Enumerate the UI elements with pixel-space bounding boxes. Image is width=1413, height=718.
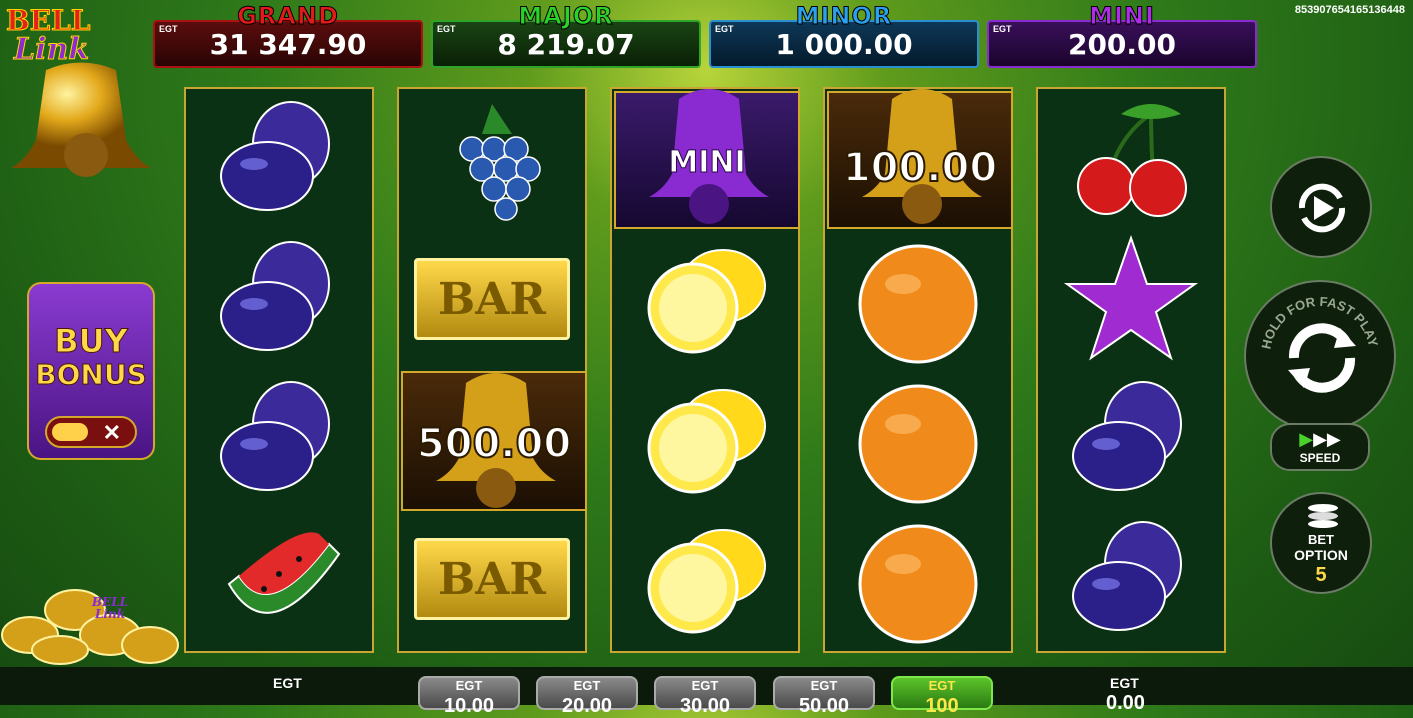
star-icon — [1038, 229, 1224, 369]
bell-prize-value: 500.00 — [416, 420, 572, 468]
coin-logo-text: BELL Link — [91, 595, 129, 621]
coin-stack-icon — [1304, 504, 1342, 530]
plum-icon — [186, 229, 372, 369]
jackpot-mini-value: 200.00 — [1067, 28, 1177, 61]
win-value: 0.00 — [1106, 692, 1145, 714]
buy-bonus-toggle[interactable]: ✕ — [45, 416, 137, 448]
win-provider-label: EGT — [1110, 675, 1139, 691]
bet-chip-value: 30.00 — [679, 695, 731, 717]
fast-forward-icon: ▶▶▶ — [1299, 429, 1341, 449]
bell-mini-cell: MINI — [614, 89, 800, 229]
gold-bell-icon — [11, 62, 151, 177]
buy-bonus-line1: BUY — [54, 322, 129, 361]
orange-icon — [825, 229, 1011, 369]
orange-icon — [825, 369, 1011, 509]
bell-mini-label: MINI — [668, 145, 746, 181]
watermelon-icon — [186, 509, 372, 649]
autoplay-button[interactable] — [1270, 156, 1372, 258]
jackpot-minor-value: 1 000.00 — [775, 28, 913, 61]
bar-label: BAR — [438, 273, 546, 325]
jackpot-grand-value: 31 347.90 — [209, 28, 367, 61]
plum-icon — [1038, 509, 1224, 649]
orange-icon — [825, 509, 1011, 649]
bet-chip-provider: EGT — [928, 678, 956, 693]
lemon-icon — [612, 229, 798, 369]
bet-chip-provider: EGT — [455, 678, 483, 693]
balance-provider-label: EGT — [273, 675, 302, 691]
toggle-knob — [52, 423, 88, 441]
session-id: 853907654165136448 — [1294, 4, 1405, 16]
bet-chip-value: 100 — [925, 695, 959, 717]
bell-prize-value: 100.00 — [842, 144, 998, 192]
reel-4: 100.00 — [823, 87, 1013, 653]
bet-chip-provider: EGT — [691, 678, 719, 693]
bell-prize-cell: 100.00 — [827, 89, 1013, 229]
reel-3: MINI — [610, 87, 800, 653]
jackpot-major-value: 8 219.07 — [497, 28, 635, 61]
plum-icon — [186, 369, 372, 509]
bet-option-value: 5 — [1315, 564, 1327, 586]
plum-icon — [186, 89, 372, 229]
bet-chip-provider: EGT — [573, 678, 601, 693]
bet-chip-value: 20.00 — [561, 695, 613, 717]
bar-symbol: BAR — [399, 229, 585, 369]
bet-option-line1: BET — [1308, 532, 1334, 547]
spin-button[interactable]: HOLD FOR FAST PLAY — [1244, 280, 1396, 432]
reel-1 — [184, 87, 374, 653]
grapes-icon — [399, 89, 585, 229]
bell-prize-cell: 500.00 — [401, 371, 587, 511]
autoplay-icon — [1298, 183, 1346, 233]
bet-option-line2: OPTION — [1294, 547, 1348, 563]
jackpot-grand-label: GRAND — [237, 2, 339, 31]
buy-bonus-button[interactable]: BUY BONUS ✕ — [27, 282, 155, 460]
jackpot-minor: MINOR EGT 1 000.00 — [709, 2, 979, 68]
bet-chip-value: 10.00 — [443, 695, 495, 717]
buy-bonus-line2: BONUS — [35, 358, 147, 392]
bet-chip-value: 50.00 — [798, 695, 850, 717]
plum-icon — [1038, 369, 1224, 509]
jackpot-grand: GRAND EGT 31 347.90 — [153, 2, 423, 68]
jackpot-minor-label: MINOR — [795, 2, 893, 31]
lemon-icon — [612, 369, 798, 509]
jackpot-major-label: MAJOR — [518, 2, 614, 31]
speed-button[interactable]: ▶▶▶ SPEED — [1270, 423, 1370, 471]
gold-coins-icon — [1, 589, 179, 665]
spin-icon — [1288, 323, 1356, 393]
jackpot-mini: MINI EGT 200.00 — [987, 2, 1257, 68]
close-icon: ✕ — [102, 420, 121, 445]
bet-chip-provider: EGT — [810, 678, 838, 693]
speed-label: SPEED — [1299, 451, 1341, 465]
reel-2: BAR 500.00 BAR — [397, 87, 587, 653]
jackpot-mini-label: MINI — [1089, 2, 1155, 31]
bet-option-button[interactable]: BET OPTION 5 — [1270, 492, 1372, 594]
jackpot-major: MAJOR EGT 8 219.07 — [431, 2, 701, 68]
cherries-icon — [1038, 89, 1224, 229]
bar-label: BAR — [438, 553, 546, 605]
lemon-icon — [612, 509, 798, 649]
bar-symbol: BAR — [399, 509, 585, 649]
reel-5 — [1036, 87, 1226, 653]
